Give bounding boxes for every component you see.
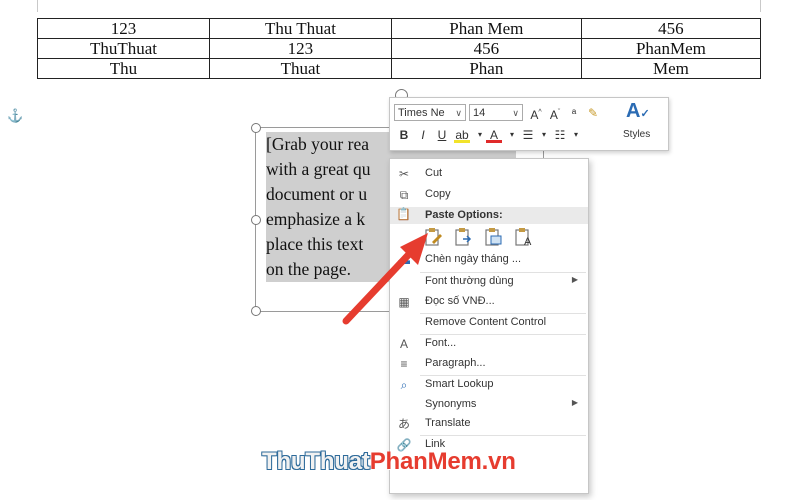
chevron-down-icon[interactable]: ▾: [536, 127, 552, 143]
clear-format-icon[interactable]: ✎: [585, 105, 601, 121]
document-table: 123 Thu Thuat Phan Mem 456 ThuThuat 123 …: [37, 18, 762, 79]
translate-icon: あ: [397, 417, 410, 431]
bullets-icon[interactable]: ☰: [520, 127, 536, 143]
watermark-part: .vn: [481, 448, 516, 475]
table-cell[interactable]: ThuThuat: [37, 38, 210, 59]
menu-item-label: Font...: [425, 337, 457, 349]
annotation-arrow-icon: [342, 233, 428, 325]
styles-label[interactable]: Styles: [623, 129, 650, 140]
menu-item-copy[interactable]: ⧉ Copy: [390, 185, 588, 205]
shrink-font-icon[interactable]: Aˇ: [547, 105, 563, 122]
bold-icon[interactable]: B: [396, 127, 412, 143]
paste-text-only-icon[interactable]: A: [513, 227, 533, 248]
paste-merge-format-icon[interactable]: [453, 227, 473, 247]
table-cell[interactable]: 123: [37, 18, 210, 39]
font-size-select[interactable]: 14 ∨: [469, 104, 523, 121]
table-cell[interactable]: PhanMem: [580, 38, 762, 59]
table-cell[interactable]: 123: [208, 38, 392, 59]
table-cell[interactable]: 456: [580, 18, 762, 39]
menu-item-cut[interactable]: ✂ Cut: [390, 164, 588, 184]
menu-item-translate[interactable]: あ Translate: [390, 414, 588, 434]
paste-options-header: 📋 Paste Options:: [390, 207, 588, 224]
chevron-down-icon[interactable]: ▾: [568, 127, 584, 143]
grow-font-icon[interactable]: A^: [528, 105, 544, 122]
table-cell[interactable]: 456: [390, 38, 582, 59]
table-cell[interactable]: Phan Mem: [390, 18, 582, 39]
submenu-arrow-icon: ▶: [571, 398, 578, 407]
menu-item-label: Remove Content Control: [425, 316, 547, 328]
table-cell[interactable]: Thu: [37, 58, 210, 79]
resize-handle-top-left[interactable]: [251, 123, 261, 133]
paragraph-icon: ≡: [400, 357, 408, 371]
watermark-part: ThuThuat: [262, 448, 370, 475]
table-cell[interactable]: Mem: [580, 58, 762, 79]
menu-item-smart-lookup[interactable]: ⌕ Smart Lookup: [390, 375, 588, 395]
font-size-value: 14: [473, 107, 486, 119]
chevron-down-icon: ∨: [512, 108, 519, 118]
table-row: 123 Thu Thuat Phan Mem 456: [37, 18, 762, 39]
resize-handle-bottom-left[interactable]: [251, 306, 261, 316]
mini-toolbar: Times Ne ∨ 14 ∨ A^ Aˇ ᵃ ✎ B I U ab ▾ A ▾…: [389, 97, 669, 151]
styles-icon[interactable]: A✓: [626, 100, 650, 123]
submenu-arrow-icon: ▶: [571, 275, 578, 284]
scissors-icon: ✂: [398, 167, 410, 181]
watermark-part: PhanMem: [369, 448, 482, 475]
table-cell[interactable]: Thuat: [208, 58, 392, 79]
format-painter-icon[interactable]: ᵃ: [566, 105, 582, 121]
table-row: ThuThuat 123 456 PhanMem: [37, 38, 762, 59]
chevron-down-icon: ∨: [455, 108, 462, 118]
numbering-icon[interactable]: ☷: [552, 127, 568, 143]
menu-item-paragraph[interactable]: ≡ Paragraph...: [390, 354, 588, 374]
menu-item-label: Smart Lookup: [425, 378, 494, 390]
highlight-icon[interactable]: ab: [454, 127, 470, 143]
menu-item-label: Copy: [425, 188, 451, 200]
italic-icon[interactable]: I: [415, 127, 431, 143]
watermark-logo: ThuThuatPhanMem.vn: [262, 448, 516, 476]
font-icon: A: [399, 337, 408, 351]
chevron-down-icon[interactable]: ▾: [504, 127, 520, 143]
menu-item-synonyms[interactable]: Synonyms ▶: [390, 395, 588, 415]
menu-item-font[interactable]: A Font...: [390, 334, 588, 354]
table-row: Thu Thuat Phan Mem: [37, 58, 762, 79]
menu-item-label: Paragraph...: [425, 357, 486, 369]
table-cell[interactable]: Thu Thuat: [208, 18, 392, 39]
font-name-value: Times Ne: [398, 107, 445, 119]
page-edge-left: [37, 0, 38, 12]
search-icon: ⌕: [400, 378, 408, 392]
menu-item-label: Synonyms: [425, 398, 477, 410]
paste-picture-icon[interactable]: [483, 227, 503, 247]
clipboard-icon: 📋: [396, 207, 411, 221]
page-edge-right: [760, 0, 761, 12]
anchor-icon: ⚓: [7, 108, 24, 123]
table-cell[interactable]: Phan: [390, 58, 582, 79]
underline-icon[interactable]: U: [434, 127, 450, 143]
svg-text:A: A: [524, 236, 532, 247]
copy-icon: ⧉: [399, 188, 409, 202]
resize-handle-left[interactable]: [251, 215, 261, 225]
menu-item-label: Cut: [425, 167, 443, 179]
font-color-icon[interactable]: A: [486, 127, 502, 143]
menu-item-label: Translate: [425, 417, 471, 429]
paste-options-label: Paste Options:: [425, 209, 503, 221]
font-name-select[interactable]: Times Ne ∨: [394, 104, 466, 121]
